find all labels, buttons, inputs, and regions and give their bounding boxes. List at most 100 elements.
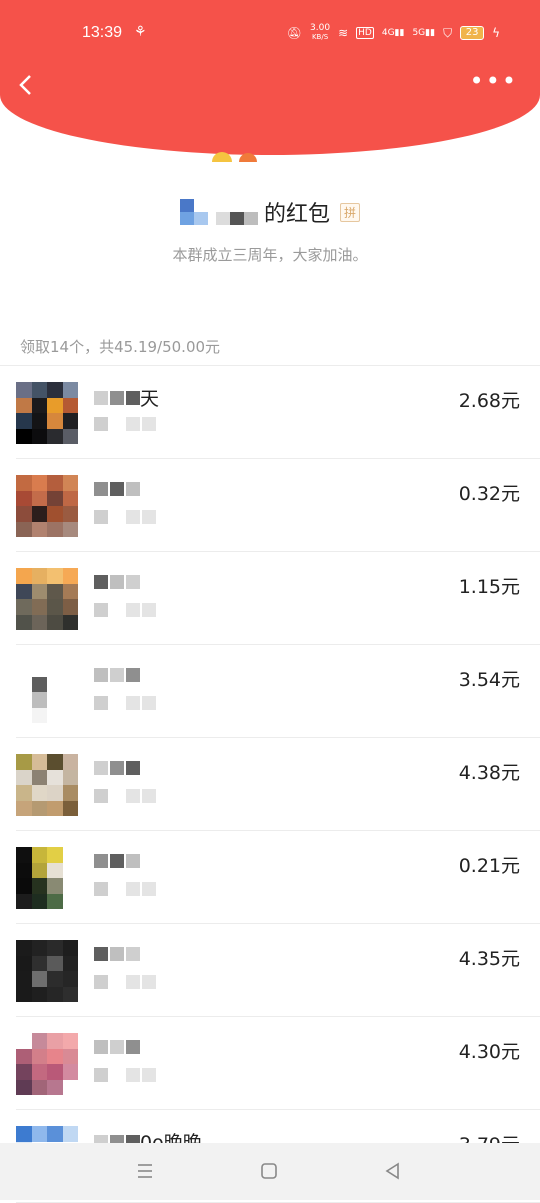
avatar-pixel <box>31 785 47 801</box>
avatar-pixel <box>47 661 63 677</box>
recipient-name <box>94 477 154 501</box>
avatar-pixel <box>62 614 78 630</box>
avatar-pixel <box>31 955 47 971</box>
avatar-pixel <box>62 847 78 863</box>
nav-back-button[interactable] <box>381 1159 405 1183</box>
avatar-pixel <box>16 397 32 413</box>
claim-time-pixelated <box>94 788 158 806</box>
avatar-pixel <box>16 676 32 692</box>
claim-time-pixelated <box>94 416 158 434</box>
battery-indicator: 23 <box>460 26 485 40</box>
back-button[interactable] <box>14 72 40 98</box>
claimed-amount: 2.68元 <box>458 390 520 412</box>
avatar-pixel <box>47 955 63 971</box>
avatar-pixel <box>16 1079 32 1095</box>
hd-badge: HD <box>356 27 374 39</box>
avatar-pixel <box>31 661 47 677</box>
avatar-pixel <box>62 692 78 708</box>
avatar-pixel <box>47 568 63 584</box>
recipient-row[interactable]: 4.35元 <box>0 924 540 1017</box>
avatar-pixel <box>31 382 47 398</box>
avatar-pixel <box>16 1064 32 1080</box>
avatar-pixel <box>31 800 47 816</box>
net-speed: 3.00 KB/S <box>310 23 331 42</box>
avatar-pixel <box>16 769 32 785</box>
avatar[interactable] <box>16 382 78 444</box>
avatar[interactable] <box>16 847 78 909</box>
avatar-pixel <box>62 769 78 785</box>
avatar[interactable] <box>16 1033 78 1095</box>
avatar[interactable] <box>16 940 78 1002</box>
avatar-pixel <box>47 1064 63 1080</box>
avatar-pixel <box>62 785 78 801</box>
recipient-row[interactable]: 天 2.68元 <box>0 366 540 459</box>
avatar[interactable] <box>16 754 78 816</box>
avatar-pixel <box>31 692 47 708</box>
avatar-pixel <box>16 614 32 630</box>
recipient-name <box>94 756 154 780</box>
recipient-name-pixelated <box>94 573 154 591</box>
avatar-pixel <box>16 382 32 398</box>
avatar-pixel <box>31 568 47 584</box>
avatar-pixel <box>31 1079 47 1095</box>
avatar-pixel <box>62 1048 78 1064</box>
avatar-pixel <box>31 707 47 723</box>
avatar-pixel <box>31 490 47 506</box>
avatar-pixel <box>31 878 47 894</box>
avatar-pixel <box>62 1079 78 1095</box>
avatar[interactable] <box>16 661 78 723</box>
avatar-pixel <box>62 955 78 971</box>
recipient-row[interactable]: 1.15元 <box>0 552 540 645</box>
avatar-pixel <box>16 971 32 987</box>
avatar-pixel <box>47 785 63 801</box>
recipient-row[interactable]: 4.38元 <box>0 738 540 831</box>
avatar-pixel <box>16 893 32 909</box>
claim-time-pixelated <box>94 1067 158 1085</box>
avatar-pixel <box>62 521 78 537</box>
wifi-icon: ≋ <box>338 26 349 40</box>
avatar-pixel <box>47 676 63 692</box>
avatar-pixel <box>47 940 63 956</box>
avatar-pixel <box>31 847 47 863</box>
system-nav-bar <box>0 1143 540 1200</box>
avatar-pixel <box>16 940 32 956</box>
recipient-row[interactable]: 0.21元 <box>0 831 540 924</box>
avatar-pixel <box>47 428 63 444</box>
avatar-pixel <box>16 583 32 599</box>
avatar-pixel <box>16 1048 32 1064</box>
avatar-pixel <box>16 506 32 522</box>
avatar-pixel <box>16 847 32 863</box>
avatar-pixel <box>16 661 32 677</box>
avatar[interactable] <box>16 475 78 537</box>
recent-apps-button[interactable] <box>133 1159 157 1183</box>
avatar-pixel <box>62 707 78 723</box>
avatar-pixel <box>47 614 63 630</box>
packet-title-row: 的红包 拼 <box>0 196 540 229</box>
recipient-name-pixelated <box>94 480 154 498</box>
avatar-pixel <box>62 971 78 987</box>
avatar-pixel <box>31 1064 47 1080</box>
coin-decoration-icon <box>212 152 257 162</box>
avatar-pixel <box>47 692 63 708</box>
recipient-row[interactable]: 4.30元 <box>0 1017 540 1110</box>
recipient-row[interactable]: 3.54元 <box>0 645 540 738</box>
home-button[interactable] <box>257 1159 281 1183</box>
avatar-pixel <box>16 1126 32 1142</box>
avatar-pixel <box>31 599 47 615</box>
sender-name-pixelated <box>179 199 260 225</box>
avatar-pixel <box>16 955 32 971</box>
claimed-amount: 4.30元 <box>458 1041 520 1063</box>
recipient-row[interactable]: 0.32元 <box>0 459 540 552</box>
avatar-pixel <box>47 506 63 522</box>
avatar[interactable] <box>16 568 78 630</box>
avatar-pixel <box>31 893 47 909</box>
avatar-pixel <box>31 986 47 1002</box>
avatar-pixel <box>31 1048 47 1064</box>
recipient-name-pixelated <box>94 852 154 870</box>
more-button[interactable]: ••• <box>470 69 518 93</box>
avatar-pixel <box>62 428 78 444</box>
avatar-pixel <box>47 599 63 615</box>
avatar-pixel <box>31 397 47 413</box>
claimed-amount: 3.54元 <box>458 669 520 691</box>
claim-time-pixelated <box>94 974 158 992</box>
